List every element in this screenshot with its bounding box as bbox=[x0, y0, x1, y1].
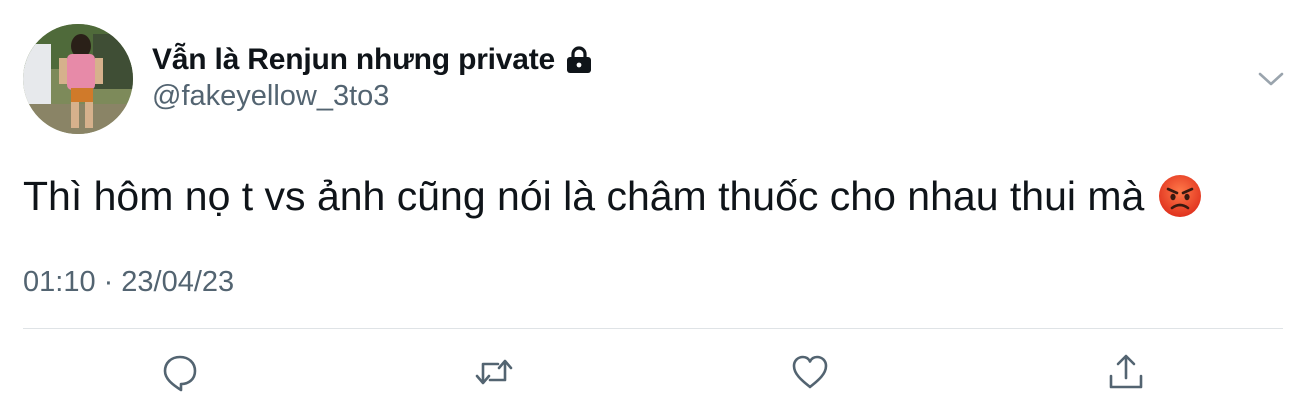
author-name-row[interactable]: Vẫn là Renjun nhưng private bbox=[152, 40, 593, 80]
tweet-time[interactable]: 01:10 bbox=[23, 266, 96, 298]
chevron-down-icon[interactable] bbox=[1256, 66, 1286, 92]
divider bbox=[23, 328, 1283, 329]
heart-icon bbox=[792, 355, 828, 389]
like-button[interactable] bbox=[790, 352, 830, 392]
meta-separator: · bbox=[103, 266, 114, 298]
tweet-text: Thì hôm nọ t vs ảnh cũng nói là châm thu… bbox=[23, 168, 1202, 224]
author-display-name[interactable]: Vẫn là Renjun nhưng private bbox=[152, 43, 555, 77]
tweet-meta: 01:10 · 23/04/23 bbox=[23, 266, 234, 299]
retweet-icon bbox=[475, 359, 513, 385]
reply-button[interactable] bbox=[160, 352, 200, 392]
avatar[interactable] bbox=[23, 24, 133, 134]
avatar-image bbox=[23, 24, 133, 134]
lock-icon bbox=[565, 45, 593, 75]
angry-face-emoji bbox=[1158, 174, 1202, 218]
retweet-button[interactable] bbox=[474, 352, 514, 392]
tweet-body: Thì hôm nọ t vs ảnh cũng nói là châm thu… bbox=[23, 173, 1145, 219]
reply-icon bbox=[163, 355, 197, 392]
share-icon bbox=[1109, 354, 1143, 389]
author-handle[interactable]: @fakeyellow_3to3 bbox=[152, 80, 389, 113]
tweet-date[interactable]: 23/04/23 bbox=[121, 266, 234, 298]
share-button[interactable] bbox=[1106, 352, 1146, 392]
